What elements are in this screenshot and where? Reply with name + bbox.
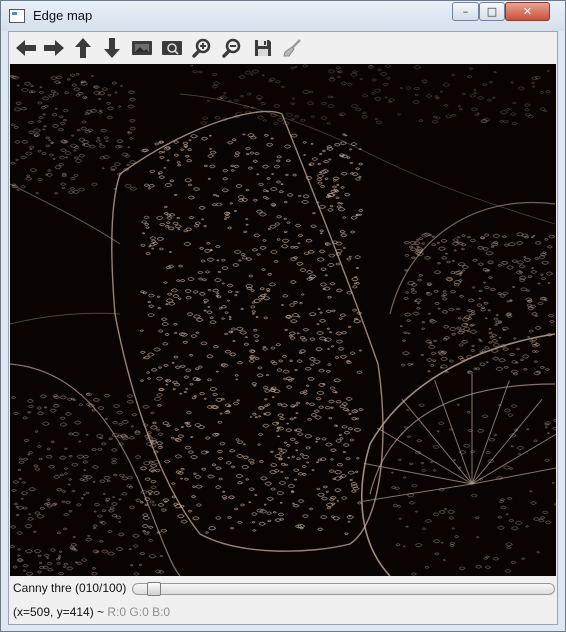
window-title: Edge map bbox=[33, 8, 93, 23]
status-bar: (x=509, y=414) ~ R:0 G:0 B:0 bbox=[13, 605, 170, 619]
minimize-button[interactable]: – bbox=[452, 2, 479, 21]
slider-thumb[interactable] bbox=[147, 582, 161, 596]
properties-button[interactable] bbox=[280, 37, 304, 59]
floppy-disk-icon bbox=[255, 40, 271, 56]
arrow-down-icon bbox=[104, 38, 120, 58]
pan-left-button[interactable] bbox=[14, 37, 38, 59]
trackbar-row: Canny thre (010/100) bbox=[9, 578, 557, 600]
image-icon bbox=[132, 41, 152, 55]
cursor-coordinates: (x=509, y=414) ~ bbox=[13, 605, 105, 619]
save-button[interactable] bbox=[251, 37, 275, 59]
zoom-original-button[interactable] bbox=[160, 37, 184, 59]
brush-icon bbox=[283, 39, 301, 57]
edge-map-image[interactable] bbox=[10, 64, 556, 576]
pixel-rgb-values: R:0 G:0 B:0 bbox=[107, 605, 171, 619]
client-area: Canny thre (010/100) (x=509, y=414) ~ R:… bbox=[8, 31, 558, 625]
edge-map-drawing bbox=[10, 64, 556, 576]
image-zoom-icon bbox=[162, 41, 182, 55]
zoom-out-button[interactable] bbox=[220, 37, 244, 59]
canny-threshold-slider[interactable] bbox=[132, 582, 555, 596]
arrow-left-icon bbox=[16, 40, 36, 56]
app-window-icon bbox=[9, 9, 25, 23]
pan-down-button[interactable] bbox=[100, 37, 124, 59]
pan-right-button[interactable] bbox=[42, 37, 66, 59]
edge-map-window: Edge map – □ ✕ Canny thre (010/100) (x=5… bbox=[0, 0, 566, 632]
zoom-fit-button[interactable] bbox=[130, 37, 154, 59]
zoom-out-icon bbox=[222, 38, 241, 58]
maximize-button[interactable]: □ bbox=[479, 2, 505, 21]
trackbar-label: Canny thre (010/100) bbox=[13, 581, 127, 595]
title-bar[interactable]: Edge map – □ ✕ bbox=[1, 1, 565, 31]
arrow-right-icon bbox=[44, 40, 64, 56]
toolbar bbox=[9, 32, 557, 64]
close-button[interactable]: ✕ bbox=[505, 2, 550, 21]
arrow-up-icon bbox=[75, 38, 91, 58]
zoom-in-icon bbox=[192, 38, 211, 58]
pan-up-button[interactable] bbox=[71, 37, 95, 59]
zoom-in-button[interactable] bbox=[190, 37, 214, 59]
